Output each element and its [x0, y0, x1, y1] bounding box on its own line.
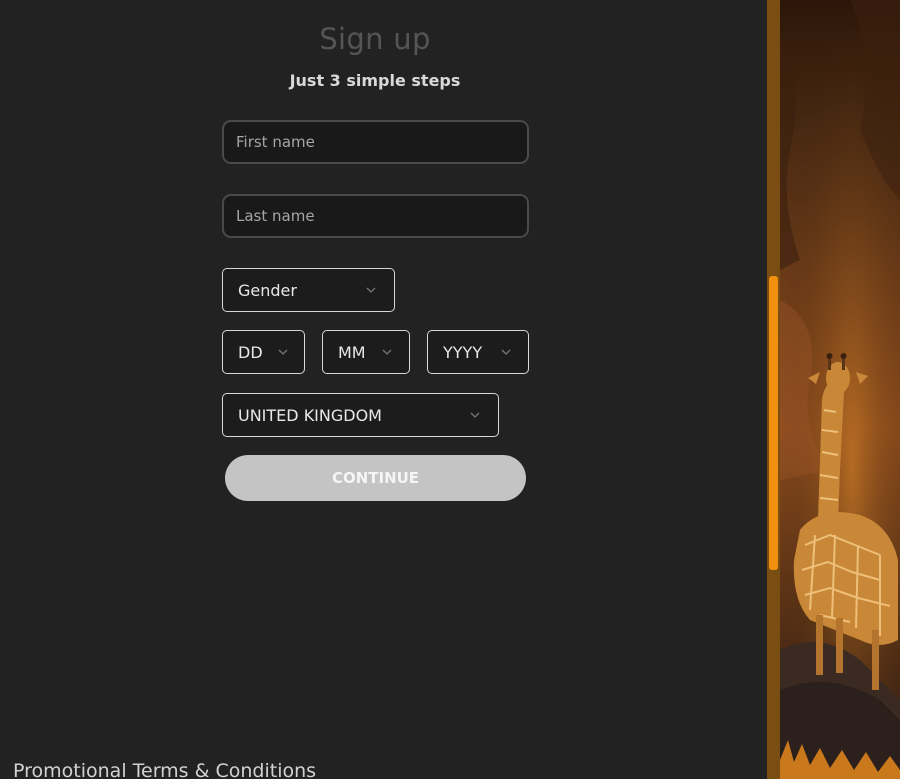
- country-select[interactable]: UNITED KINGDOM: [222, 393, 499, 437]
- giraffe-canyon-image: [780, 0, 900, 779]
- continue-button[interactable]: CONTINUE: [225, 455, 526, 501]
- dob-day-value: DD: [238, 342, 263, 362]
- country-select-value: UNITED KINGDOM: [238, 405, 382, 425]
- dob-year-select[interactable]: YYYY: [427, 330, 529, 374]
- dob-day-select[interactable]: DD: [222, 330, 305, 374]
- last-name-input[interactable]: [222, 194, 529, 238]
- chevron-down-icon: [470, 412, 480, 418]
- promotional-terms-link[interactable]: Promotional Terms & Conditions: [13, 760, 316, 779]
- gender-select[interactable]: Gender: [222, 268, 395, 312]
- signup-title: Sign up: [319, 22, 431, 56]
- first-name-input[interactable]: [222, 120, 529, 164]
- chevron-down-icon: [366, 287, 376, 293]
- giraffe-illustration: [780, 0, 900, 779]
- dob-year-value: YYYY: [443, 342, 483, 362]
- dob-month-value: MM: [338, 342, 366, 362]
- dob-month-select[interactable]: MM: [322, 330, 410, 374]
- chevron-down-icon: [382, 349, 392, 355]
- signup-panel: Sign up Just 3 simple steps Gender DD MM…: [0, 0, 767, 779]
- scrollbar-thumb[interactable]: [769, 276, 778, 570]
- chevron-down-icon: [278, 349, 288, 355]
- signup-subtitle: Just 3 simple steps: [289, 71, 461, 90]
- gender-select-value: Gender: [238, 280, 297, 300]
- scrollbar[interactable]: [767, 0, 780, 779]
- chevron-down-icon: [501, 349, 511, 355]
